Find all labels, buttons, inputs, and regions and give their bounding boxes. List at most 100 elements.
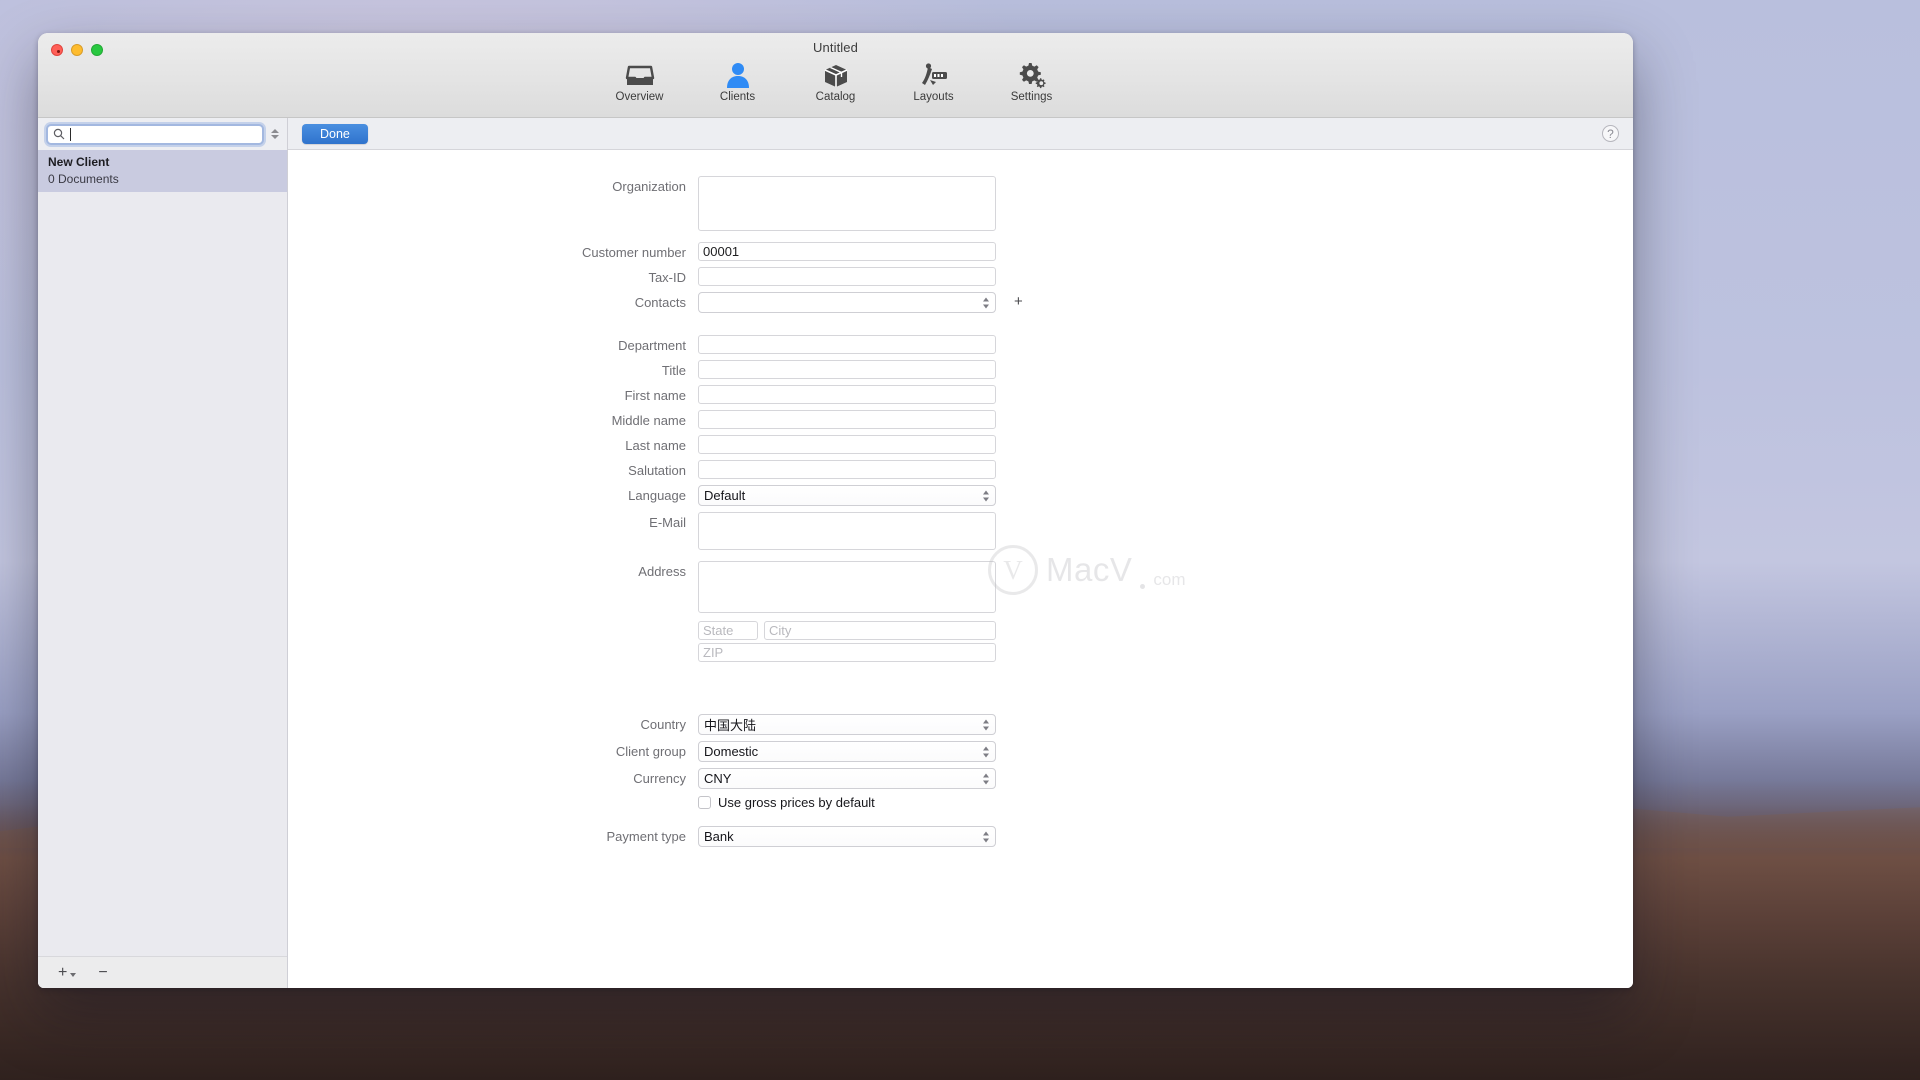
detail-pane: Done ? V MacV com Organization Customer … — [288, 118, 1633, 988]
email-input[interactable] — [698, 512, 996, 550]
label-department: Department — [618, 338, 686, 353]
help-button[interactable]: ? — [1602, 125, 1619, 142]
label-first-name: First name — [624, 388, 686, 403]
payment-type-dropdown[interactable]: Bank — [698, 826, 996, 847]
field-row-email: E-Mail — [288, 512, 1633, 555]
chevron-updown-icon — [983, 490, 989, 501]
add-client-button[interactable]: + — [58, 963, 77, 981]
control-payment-type: Bank — [698, 826, 996, 847]
zip-input[interactable] — [698, 643, 996, 662]
control-department — [698, 335, 996, 354]
toolbar-label-overview: Overview — [615, 91, 664, 103]
label-client-group: Client group — [615, 744, 686, 759]
plus-icon: + — [58, 963, 68, 981]
address-state-city-row — [698, 621, 996, 640]
field-row-gross-prices: Use gross prices by default — [288, 795, 1633, 810]
organization-input[interactable] — [698, 176, 996, 231]
search-field[interactable] — [46, 123, 264, 145]
toolbar-item-settings[interactable]: Settings — [990, 59, 1074, 103]
field-row-last-name: Last name — [288, 435, 1633, 454]
toolbar-item-catalog[interactable]: Catalog — [794, 59, 878, 103]
add-contact-button[interactable]: + — [1014, 292, 1023, 310]
label-country: Country — [640, 717, 686, 732]
last-name-input[interactable] — [698, 435, 996, 454]
toolbar-label-catalog: Catalog — [815, 91, 856, 103]
currency-dropdown-value: CNY — [704, 771, 732, 786]
city-input[interactable] — [764, 621, 996, 640]
search-icon — [53, 128, 65, 140]
list-item-title: New Client — [48, 155, 110, 169]
field-row-tax-id: Tax-ID — [288, 267, 1633, 286]
contacts-dropdown[interactable] — [698, 292, 996, 313]
detail-toolbar: Done ? — [288, 118, 1633, 150]
control-last-name — [698, 435, 996, 454]
country-dropdown-value: 中国大陆 — [704, 718, 757, 733]
title-input[interactable] — [698, 360, 996, 379]
search-text-caret — [70, 127, 71, 141]
control-customer-number — [698, 242, 996, 261]
currency-dropdown[interactable]: CNY — [698, 768, 996, 789]
field-row-payment-type: Payment type Bank — [288, 826, 1633, 847]
window-title: Untitled — [813, 40, 858, 55]
window-body: New Client 0 Documents + − Done ? V MacV… — [38, 118, 1633, 988]
list-item[interactable]: New Client 0 Documents — [38, 150, 287, 192]
field-row-address: Address — [288, 561, 1633, 662]
gears-icon — [1017, 59, 1047, 89]
form-group-divider-1 — [288, 319, 1633, 335]
state-input[interactable] — [698, 621, 758, 640]
client-group-dropdown[interactable]: Domestic — [698, 741, 996, 762]
gross-prices-checkbox[interactable] — [698, 796, 711, 809]
tax-id-input[interactable] — [698, 267, 996, 286]
first-name-input[interactable] — [698, 385, 996, 404]
done-button[interactable]: Done — [302, 123, 368, 144]
customer-number-input[interactable] — [698, 242, 996, 261]
chevron-updown-icon — [983, 297, 989, 308]
control-client-group: Domestic — [698, 741, 996, 762]
sidebar-footer: + − — [38, 956, 287, 988]
control-language: Default — [698, 485, 996, 506]
address-input[interactable] — [698, 561, 996, 613]
chevron-updown-icon — [983, 773, 989, 784]
control-address — [698, 561, 996, 662]
main-toolbar: Overview Clients Catalog Layouts Setting… — [38, 59, 1633, 103]
sidebar: New Client 0 Documents + − — [38, 118, 288, 988]
label-email: E-Mail — [649, 515, 686, 530]
toolbar-item-layouts[interactable]: Layouts — [892, 59, 976, 103]
address-zip-row — [698, 643, 996, 662]
toolbar-label-settings: Settings — [1010, 91, 1053, 103]
form-group-divider-2 — [288, 668, 1633, 714]
language-dropdown[interactable]: Default — [698, 485, 996, 506]
remove-client-button[interactable]: − — [98, 963, 108, 981]
control-middle-name — [698, 410, 996, 429]
control-salutation — [698, 460, 996, 479]
chevron-updown-icon — [983, 746, 989, 757]
department-input[interactable] — [698, 335, 996, 354]
country-dropdown[interactable]: 中国大陆 — [698, 714, 996, 735]
label-salutation: Salutation — [628, 463, 686, 478]
minus-icon: − — [98, 963, 108, 981]
client-list: New Client 0 Documents — [38, 150, 287, 956]
list-item-subtitle: 0 Documents — [48, 172, 119, 186]
control-title — [698, 360, 996, 379]
form-group-divider-3 — [288, 816, 1633, 826]
label-title: Title — [661, 363, 686, 378]
toolbar-label-layouts: Layouts — [913, 91, 954, 103]
window-titlebar: Untitled Overview Clients Catalog Layout… — [38, 33, 1633, 118]
label-last-name: Last name — [625, 438, 686, 453]
middle-name-input[interactable] — [698, 410, 996, 429]
search-stepper[interactable] — [270, 129, 279, 139]
salutation-input[interactable] — [698, 460, 996, 479]
field-row-client-group: Client group Domestic — [288, 741, 1633, 762]
toolbar-item-clients[interactable]: Clients — [696, 59, 780, 103]
label-contacts: Contacts — [634, 295, 686, 310]
stepper-down-icon — [270, 135, 279, 139]
control-organization — [698, 176, 996, 236]
toolbar-label-clients: Clients — [719, 91, 756, 103]
control-contacts: + — [698, 292, 1023, 313]
toolbar-item-overview[interactable]: Overview — [598, 59, 682, 103]
client-form: V MacV com Organization Customer number — [288, 150, 1633, 988]
label-payment-type: Payment type — [606, 829, 687, 844]
sidebar-search-bar — [38, 118, 287, 150]
control-tax-id — [698, 267, 996, 286]
field-row-organization: Organization — [288, 176, 1633, 236]
